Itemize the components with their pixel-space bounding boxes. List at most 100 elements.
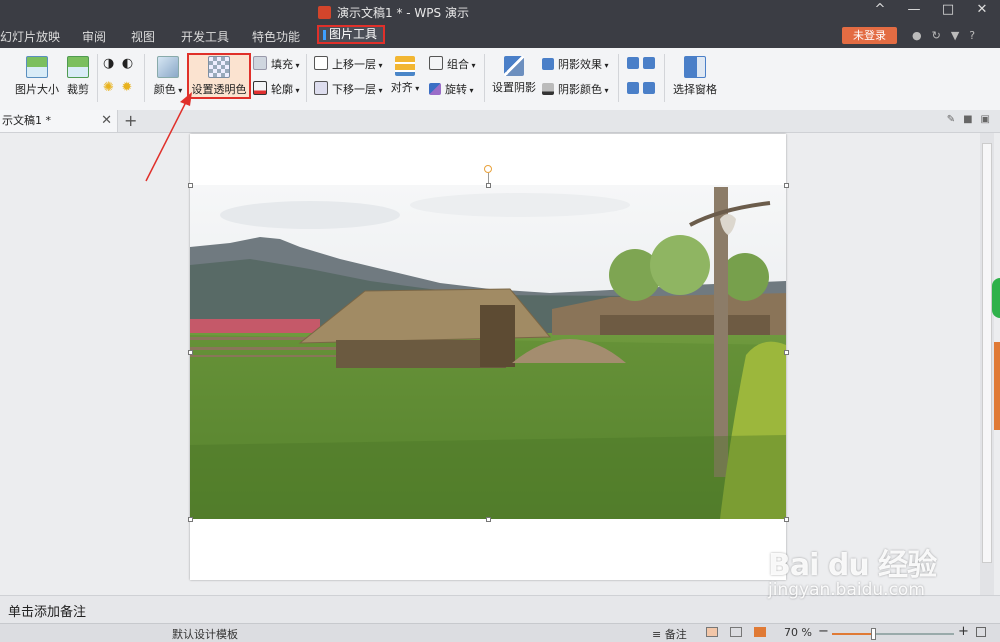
crop-label: 裁剪	[67, 83, 89, 96]
nudge-down-icon[interactable]	[643, 82, 655, 94]
collapse-ribbon-button[interactable]: ^	[872, 2, 888, 17]
color-label: 颜色	[153, 83, 176, 96]
notes-toggle-label: 备注	[664, 628, 687, 641]
maximize-button[interactable]: □	[940, 2, 956, 17]
bring-forward-button[interactable]: 上移一层 ▾	[314, 56, 383, 72]
slide-sorter-icon[interactable]	[730, 627, 742, 637]
brightness-down-icon[interactable]: ✹	[121, 80, 132, 95]
rotation-handle[interactable]	[484, 165, 492, 173]
picture-size-button[interactable]: 图片大小	[15, 56, 59, 97]
contrast-buttons[interactable]: ◑ ◐	[103, 56, 133, 71]
shadow-color-button[interactable]: 阴影颜色 ▾	[542, 81, 609, 97]
nudge-right-icon[interactable]	[643, 57, 655, 69]
resize-handle-right[interactable]	[784, 350, 789, 355]
tab-marker-icon	[323, 30, 326, 40]
help-icon[interactable]: ?	[969, 29, 975, 42]
send-backward-button[interactable]: 下移一层 ▾	[314, 81, 383, 97]
contrast-down-icon[interactable]: ◐	[122, 56, 133, 71]
ribbon-separator	[664, 54, 665, 102]
skin-icon[interactable]: ●	[912, 29, 922, 42]
tab-right-icons: ✎ ■ ▣	[947, 114, 990, 125]
nudge-up-icon[interactable]	[627, 57, 639, 69]
resize-handle-tl[interactable]	[188, 183, 193, 188]
menu-developer[interactable]: 开发工具	[181, 28, 229, 45]
resize-handle-bl[interactable]	[188, 517, 193, 522]
shirt-icon[interactable]: ▼	[951, 29, 959, 42]
contrast-up-icon[interactable]: ◑	[103, 56, 114, 71]
brightness-up-icon[interactable]: ✺	[103, 80, 114, 95]
pin-icon[interactable]: ✎	[947, 114, 955, 125]
rotation-line	[488, 173, 489, 183]
template-name[interactable]: 默认设计模板	[172, 626, 238, 642]
wps-logo-icon	[318, 6, 331, 19]
outline-button[interactable]: 轮廓 ▾	[253, 81, 300, 97]
zoom-in-button[interactable]: +	[958, 624, 969, 639]
nudge-left-icon[interactable]	[627, 82, 639, 94]
selection-pane-button[interactable]: 选择窗格	[672, 56, 718, 97]
fill-label: 填充	[271, 58, 293, 71]
document-tab[interactable]: 示文稿1 * ✕	[0, 110, 118, 132]
menu-view[interactable]: 视图	[131, 28, 155, 45]
ribbon-separator	[306, 54, 307, 102]
menu-picture-tools[interactable]: 图片工具	[317, 25, 385, 44]
resize-handle-left[interactable]	[188, 350, 193, 355]
outline-icon	[253, 81, 267, 95]
resize-handle-tr[interactable]	[784, 183, 789, 188]
group-button[interactable]: 组合 ▾	[429, 56, 476, 72]
zoom-level: 70 %	[784, 626, 812, 639]
normal-view-icon[interactable]	[706, 627, 718, 637]
side-task-pane-tab[interactable]	[994, 342, 1000, 430]
notes-toggle-icon: ≡	[652, 628, 665, 641]
menu-review[interactable]: 审阅	[82, 28, 106, 45]
notes-placeholder: 单击添加备注	[8, 605, 87, 620]
align-icon	[395, 56, 415, 76]
zoom-slider-thumb[interactable]	[871, 628, 876, 640]
baidu-watermark: Bai du 经验 jingyan.baidu.com	[768, 540, 937, 600]
fit-window-icon[interactable]	[976, 627, 986, 637]
align-button[interactable]: 对齐 ▾	[390, 56, 420, 95]
slide-picture[interactable]	[190, 185, 786, 519]
scroll-thumb[interactable]	[982, 143, 992, 563]
transparent-checker-icon	[208, 56, 230, 78]
restore-icon[interactable]: ■	[963, 114, 972, 125]
send-backward-icon	[314, 81, 328, 95]
set-transparent-color-button[interactable]: 设置透明色	[190, 56, 248, 97]
set-shadow-button[interactable]: 设置阴影	[492, 56, 536, 95]
slideshow-icon[interactable]	[754, 627, 766, 637]
resize-handle-bottom[interactable]	[486, 517, 491, 522]
minimize-button[interactable]: —	[906, 2, 922, 17]
ribbon-separator	[97, 54, 98, 102]
vertical-scrollbar[interactable]	[980, 133, 994, 595]
selection-pane-label: 选择窗格	[673, 83, 717, 96]
new-tab-icon[interactable]: +	[124, 111, 137, 130]
resize-handle-br[interactable]	[784, 517, 789, 522]
selection-pane-icon	[684, 56, 706, 78]
menu-slideshow[interactable]: 幻灯片放映	[0, 28, 60, 45]
shadow-effect-label: 阴影效果	[558, 58, 602, 71]
crop-button[interactable]: 裁剪	[64, 56, 92, 97]
group-label: 组合	[447, 58, 469, 71]
color-icon	[157, 56, 179, 78]
title-bar: 演示文稿1 * - WPS 演示 ^ — □ ✕	[0, 0, 1000, 24]
picture-size-label: 图片大小	[15, 83, 59, 96]
rotate-button[interactable]: 旋转 ▾	[429, 81, 474, 97]
fill-icon	[253, 56, 267, 70]
close-button[interactable]: ✕	[974, 2, 990, 17]
login-button[interactable]: 未登录	[842, 27, 897, 44]
status-bar: 默认设计模板 ≡ 备注 70 % − +	[0, 623, 1000, 642]
side-panel-toggle[interactable]	[992, 278, 1000, 318]
send-backward-label: 下移一层	[332, 83, 376, 96]
sync-icon[interactable]: ↻	[932, 29, 941, 42]
zoom-slider[interactable]	[832, 628, 954, 640]
shadow-effect-button[interactable]: 阴影效果 ▾	[542, 56, 609, 72]
notes-toggle[interactable]: ≡ 备注	[652, 626, 687, 642]
color-button[interactable]: 颜色 ▾	[151, 56, 185, 97]
menu-icon[interactable]: ▣	[981, 114, 990, 125]
fill-button[interactable]: 填充 ▾	[253, 56, 300, 72]
document-tab-bar: 示文稿1 * ✕ + ✎ ■ ▣	[0, 110, 1000, 133]
close-tab-icon[interactable]: ✕	[101, 110, 112, 132]
menu-special[interactable]: 特色功能	[252, 28, 300, 45]
zoom-out-button[interactable]: −	[818, 624, 829, 639]
resize-handle-top[interactable]	[486, 183, 491, 188]
brightness-buttons[interactable]: ✺ ✹	[103, 80, 132, 95]
